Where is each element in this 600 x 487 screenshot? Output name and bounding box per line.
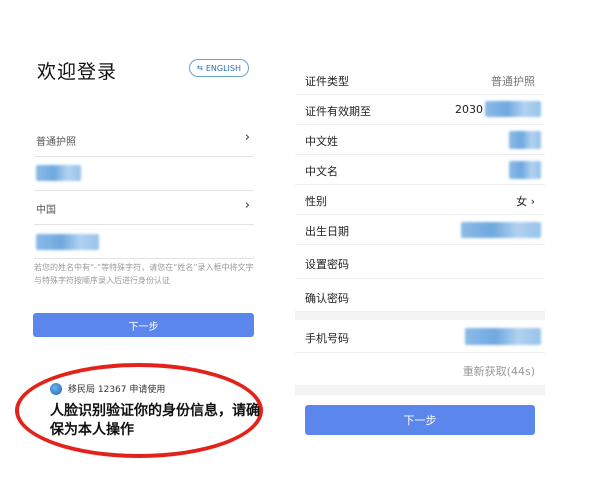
- face-verification-message: 人脸识别验证你的身份信息，请确保为本人操作: [50, 403, 260, 438]
- row-label: 中文姓: [305, 135, 338, 148]
- row-label: 确认密码: [305, 292, 349, 305]
- redacted-value: [461, 222, 541, 238]
- section-divider: [295, 312, 545, 320]
- special-character-hint: 若您的姓名中有“-”等特殊字符，请您在“姓名”录入框中将文字与特殊字符按顺序录入…: [34, 263, 254, 285]
- form-row-expiry[interactable]: 证件有效期至 2030: [295, 95, 545, 125]
- form-row-phone[interactable]: 手机号码: [295, 320, 545, 353]
- redacted-value: [36, 234, 99, 250]
- document-type-select[interactable]: 普通护照 ›: [34, 123, 254, 157]
- form-row-document-type[interactable]: 证件类型 普通护照: [295, 65, 545, 95]
- language-toggle-button[interactable]: ⇆ ENGLISH: [189, 59, 249, 77]
- next-button[interactable]: 下一步: [33, 313, 254, 337]
- document-number-field[interactable]: [34, 157, 254, 191]
- next-button[interactable]: 下一步: [305, 405, 535, 435]
- row-value: 2030: [455, 103, 483, 116]
- chevron-right-icon: ›: [244, 198, 250, 213]
- form-row-birthdate[interactable]: 出生日期: [295, 215, 545, 245]
- redacted-value: [509, 131, 541, 149]
- form-row-set-password[interactable]: 设置密码: [295, 246, 545, 279]
- language-toggle-label: ENGLISH: [205, 63, 242, 73]
- page-title: 欢迎登录: [37, 61, 118, 83]
- redacted-value: [509, 161, 541, 179]
- chevron-right-icon: ›: [244, 130, 250, 145]
- resend-code-button[interactable]: 重新获取(44s): [463, 363, 535, 379]
- row-value: 普通护照: [491, 75, 535, 88]
- section-divider: [295, 385, 545, 395]
- row-label: 证件类型: [305, 75, 349, 88]
- nationality-select[interactable]: 中国 ›: [34, 191, 254, 225]
- row-label: 性别: [305, 195, 327, 208]
- row-label: 证件有效期至: [305, 105, 371, 118]
- form-row-confirm-password[interactable]: 确认密码: [295, 279, 545, 312]
- redacted-value: [465, 328, 541, 345]
- globe-icon: ⇆: [196, 64, 203, 72]
- name-field[interactable]: [34, 225, 254, 259]
- form-row-gender[interactable]: 性别 女 ›: [295, 185, 545, 215]
- agency-label: 移民局 12367 申请使用: [68, 385, 166, 395]
- row-label: 手机号码: [305, 332, 349, 345]
- row-label: 中文名: [305, 165, 338, 178]
- nationality-value: 中国: [36, 205, 56, 216]
- row-value: 女 ›: [516, 195, 535, 208]
- form-row-given-name[interactable]: 中文名: [295, 155, 545, 185]
- row-label: 出生日期: [305, 225, 349, 238]
- redacted-value: [485, 101, 541, 117]
- registration-form: 证件类型 普通护照 证件有效期至 2030 中文姓 中文名 性别 女 › 出生日…: [295, 60, 545, 440]
- form-row-surname[interactable]: 中文姓: [295, 125, 545, 155]
- redacted-value: [36, 165, 81, 181]
- immigration-logo-icon: [50, 383, 62, 395]
- document-type-value: 普通护照: [36, 137, 76, 148]
- row-label: 设置密码: [305, 258, 349, 271]
